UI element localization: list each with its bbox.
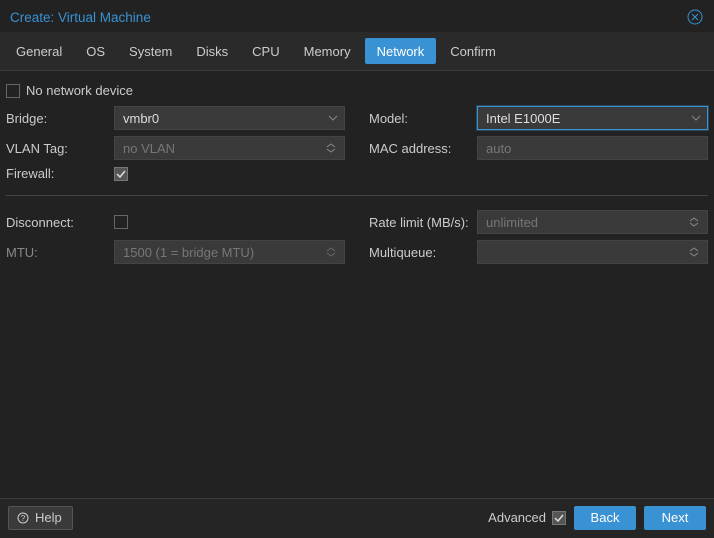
check-icon bbox=[116, 169, 126, 179]
mac-row: MAC address: auto bbox=[369, 136, 708, 160]
vlan-field[interactable]: no VLAN bbox=[114, 136, 345, 160]
form-grid-advanced: Disconnect: Rate limit (MB/s): unlimited bbox=[6, 206, 708, 274]
spinner-down-icon bbox=[689, 222, 699, 227]
vlan-placeholder: no VLAN bbox=[123, 141, 175, 156]
mtu-spinner[interactable] bbox=[326, 241, 340, 263]
dialog-title: Create: Virtual Machine bbox=[10, 10, 686, 25]
rate-field[interactable]: unlimited bbox=[477, 210, 708, 234]
mac-field[interactable]: auto bbox=[477, 136, 708, 160]
mtu-row: MTU: 1500 (1 = bridge MTU) bbox=[6, 240, 345, 264]
check-icon bbox=[554, 513, 564, 523]
mtu-label: MTU: bbox=[6, 245, 108, 260]
chevron-down-icon bbox=[691, 115, 701, 121]
model-value: Intel E1000E bbox=[486, 111, 560, 126]
multiqueue-row: Multiqueue: bbox=[369, 240, 708, 264]
firewall-row: Firewall: bbox=[6, 166, 345, 181]
help-button[interactable]: ? Help bbox=[8, 506, 73, 530]
advanced-checkbox[interactable] bbox=[552, 511, 566, 525]
tab-disks[interactable]: Disks bbox=[184, 32, 240, 70]
model-field[interactable]: Intel E1000E bbox=[477, 106, 708, 130]
back-button[interactable]: Back bbox=[574, 506, 636, 530]
chevron-down-icon bbox=[328, 115, 338, 121]
separator bbox=[6, 195, 708, 196]
bridge-trigger[interactable] bbox=[326, 111, 340, 125]
rate-placeholder: unlimited bbox=[486, 215, 538, 230]
disconnect-row: Disconnect: bbox=[6, 210, 345, 234]
tab-memory[interactable]: Memory bbox=[292, 32, 363, 70]
tab-system[interactable]: System bbox=[117, 32, 184, 70]
tab-cpu[interactable]: CPU bbox=[240, 32, 291, 70]
multiqueue-field[interactable] bbox=[477, 240, 708, 264]
firewall-label: Firewall: bbox=[6, 166, 108, 181]
close-button[interactable] bbox=[686, 8, 704, 26]
model-trigger[interactable] bbox=[689, 111, 703, 125]
bridge-label: Bridge: bbox=[6, 111, 108, 126]
advanced-label: Advanced bbox=[488, 510, 546, 525]
tab-confirm[interactable]: Confirm bbox=[438, 32, 508, 70]
vlan-row: VLAN Tag: no VLAN bbox=[6, 136, 345, 160]
rate-label: Rate limit (MB/s): bbox=[369, 215, 471, 230]
close-icon bbox=[687, 9, 703, 25]
advanced-toggle[interactable]: Advanced bbox=[488, 510, 566, 525]
rate-row: Rate limit (MB/s): unlimited bbox=[369, 210, 708, 234]
help-label: Help bbox=[35, 510, 62, 525]
spinner-down-icon bbox=[326, 148, 336, 153]
tab-network[interactable]: Network bbox=[365, 38, 437, 64]
wizard-tabs: General OS System Disks CPU Memory Netwo… bbox=[0, 32, 714, 71]
disconnect-checkbox[interactable] bbox=[114, 215, 128, 229]
tab-general[interactable]: General bbox=[4, 32, 74, 70]
mac-label: MAC address: bbox=[369, 141, 471, 156]
rate-spinner[interactable] bbox=[689, 211, 703, 233]
create-vm-dialog: Create: Virtual Machine General OS Syste… bbox=[0, 0, 714, 538]
no-network-device-checkbox[interactable] bbox=[6, 84, 20, 98]
next-button[interactable]: Next bbox=[644, 506, 706, 530]
disconnect-label: Disconnect: bbox=[6, 215, 108, 230]
bridge-value: vmbr0 bbox=[123, 111, 159, 126]
footer: ? Help Advanced Back Next bbox=[0, 498, 714, 538]
vlan-spinner[interactable] bbox=[326, 137, 340, 159]
spinner-down-icon bbox=[689, 252, 699, 257]
bridge-row: Bridge: vmbr0 bbox=[6, 106, 345, 130]
mtu-field[interactable]: 1500 (1 = bridge MTU) bbox=[114, 240, 345, 264]
firewall-checkbox[interactable] bbox=[114, 167, 128, 181]
no-network-device-row: No network device bbox=[6, 79, 708, 102]
model-row: Model: Intel E1000E bbox=[369, 106, 708, 130]
mtu-placeholder: 1500 (1 = bridge MTU) bbox=[123, 245, 254, 260]
svg-text:?: ? bbox=[21, 514, 26, 523]
no-network-device-label: No network device bbox=[26, 83, 133, 98]
network-panel: No network device Bridge: vmbr0 Model: I… bbox=[0, 71, 714, 498]
bridge-field[interactable]: vmbr0 bbox=[114, 106, 345, 130]
vlan-label: VLAN Tag: bbox=[6, 141, 108, 156]
multiqueue-label: Multiqueue: bbox=[369, 245, 471, 260]
help-icon: ? bbox=[17, 512, 29, 524]
form-grid-basic: Bridge: vmbr0 Model: Intel E1000E bbox=[6, 102, 708, 191]
tab-os[interactable]: OS bbox=[74, 32, 117, 70]
mac-placeholder: auto bbox=[486, 141, 511, 156]
model-label: Model: bbox=[369, 111, 471, 126]
spinner-down-icon bbox=[326, 252, 336, 257]
multiqueue-spinner[interactable] bbox=[689, 241, 703, 263]
titlebar: Create: Virtual Machine bbox=[0, 0, 714, 32]
